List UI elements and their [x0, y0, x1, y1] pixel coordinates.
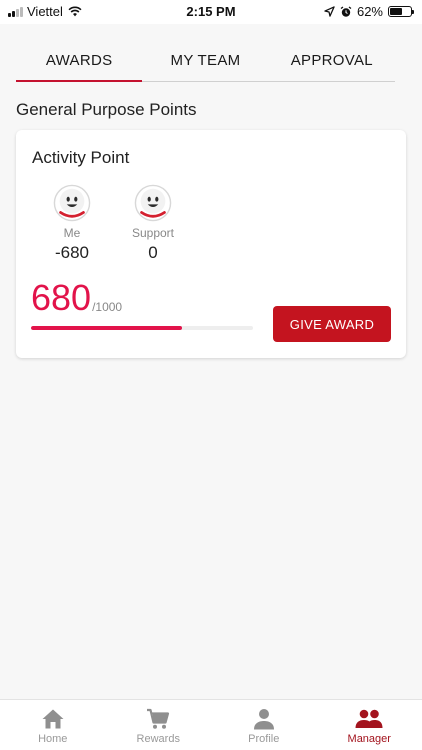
tab-my-team[interactable]: MY TEAM	[142, 42, 268, 81]
person-icon	[253, 709, 274, 730]
nav-label: Rewards	[136, 733, 180, 745]
nav-label: Profile	[248, 733, 280, 745]
section-title: General Purpose Points	[16, 100, 197, 119]
battery-fill	[390, 8, 403, 15]
avatar-icon	[53, 184, 91, 222]
member-me: Me -680	[37, 184, 107, 263]
points-display: 680 /1000	[31, 280, 122, 316]
location-arrow-icon	[324, 6, 335, 17]
tab-awards[interactable]: AWARDS	[16, 42, 143, 82]
battery-icon	[388, 6, 414, 17]
nav-item-rewards[interactable]: Rewards	[106, 700, 212, 750]
nav-item-home[interactable]: Home	[0, 700, 106, 750]
member-support: Support 0	[118, 184, 188, 263]
avatar-icon	[134, 184, 172, 222]
nav-item-profile[interactable]: Profile	[211, 700, 317, 750]
points-current: 680	[31, 277, 92, 318]
nav-item-manager[interactable]: Manager	[317, 700, 422, 750]
nav-label: Home	[38, 733, 68, 745]
battery-percent: 62%	[356, 4, 383, 19]
points-total: /1000	[92, 300, 123, 314]
activity-point-card: Activity Point Me -680 Support 0 680 /10…	[16, 130, 406, 358]
member-value: 0	[148, 243, 158, 262]
tab-bar: AWARDS MY TEAM APPROVAL	[16, 42, 395, 82]
cart-icon	[147, 708, 170, 729]
member-label: Support	[131, 226, 175, 240]
member-value: -680	[54, 243, 90, 262]
group-icon	[355, 709, 383, 728]
points-progress-fill	[31, 326, 182, 330]
status-bar: Viettel 2:15 PM 62%	[0, 0, 422, 24]
points-progress-bar	[31, 326, 253, 330]
tab-approval[interactable]: APPROVAL	[269, 42, 395, 81]
status-right: 62%	[324, 4, 414, 19]
home-icon	[42, 709, 64, 729]
card-title: Activity Point	[32, 148, 130, 167]
alarm-clock-icon	[340, 5, 352, 17]
give-award-button[interactable]: GIVE AWARD	[273, 306, 391, 342]
nav-label: Manager	[347, 733, 391, 745]
bottom-nav: Home Rewards Profile Manager	[0, 699, 422, 750]
member-label: Me	[63, 226, 81, 240]
